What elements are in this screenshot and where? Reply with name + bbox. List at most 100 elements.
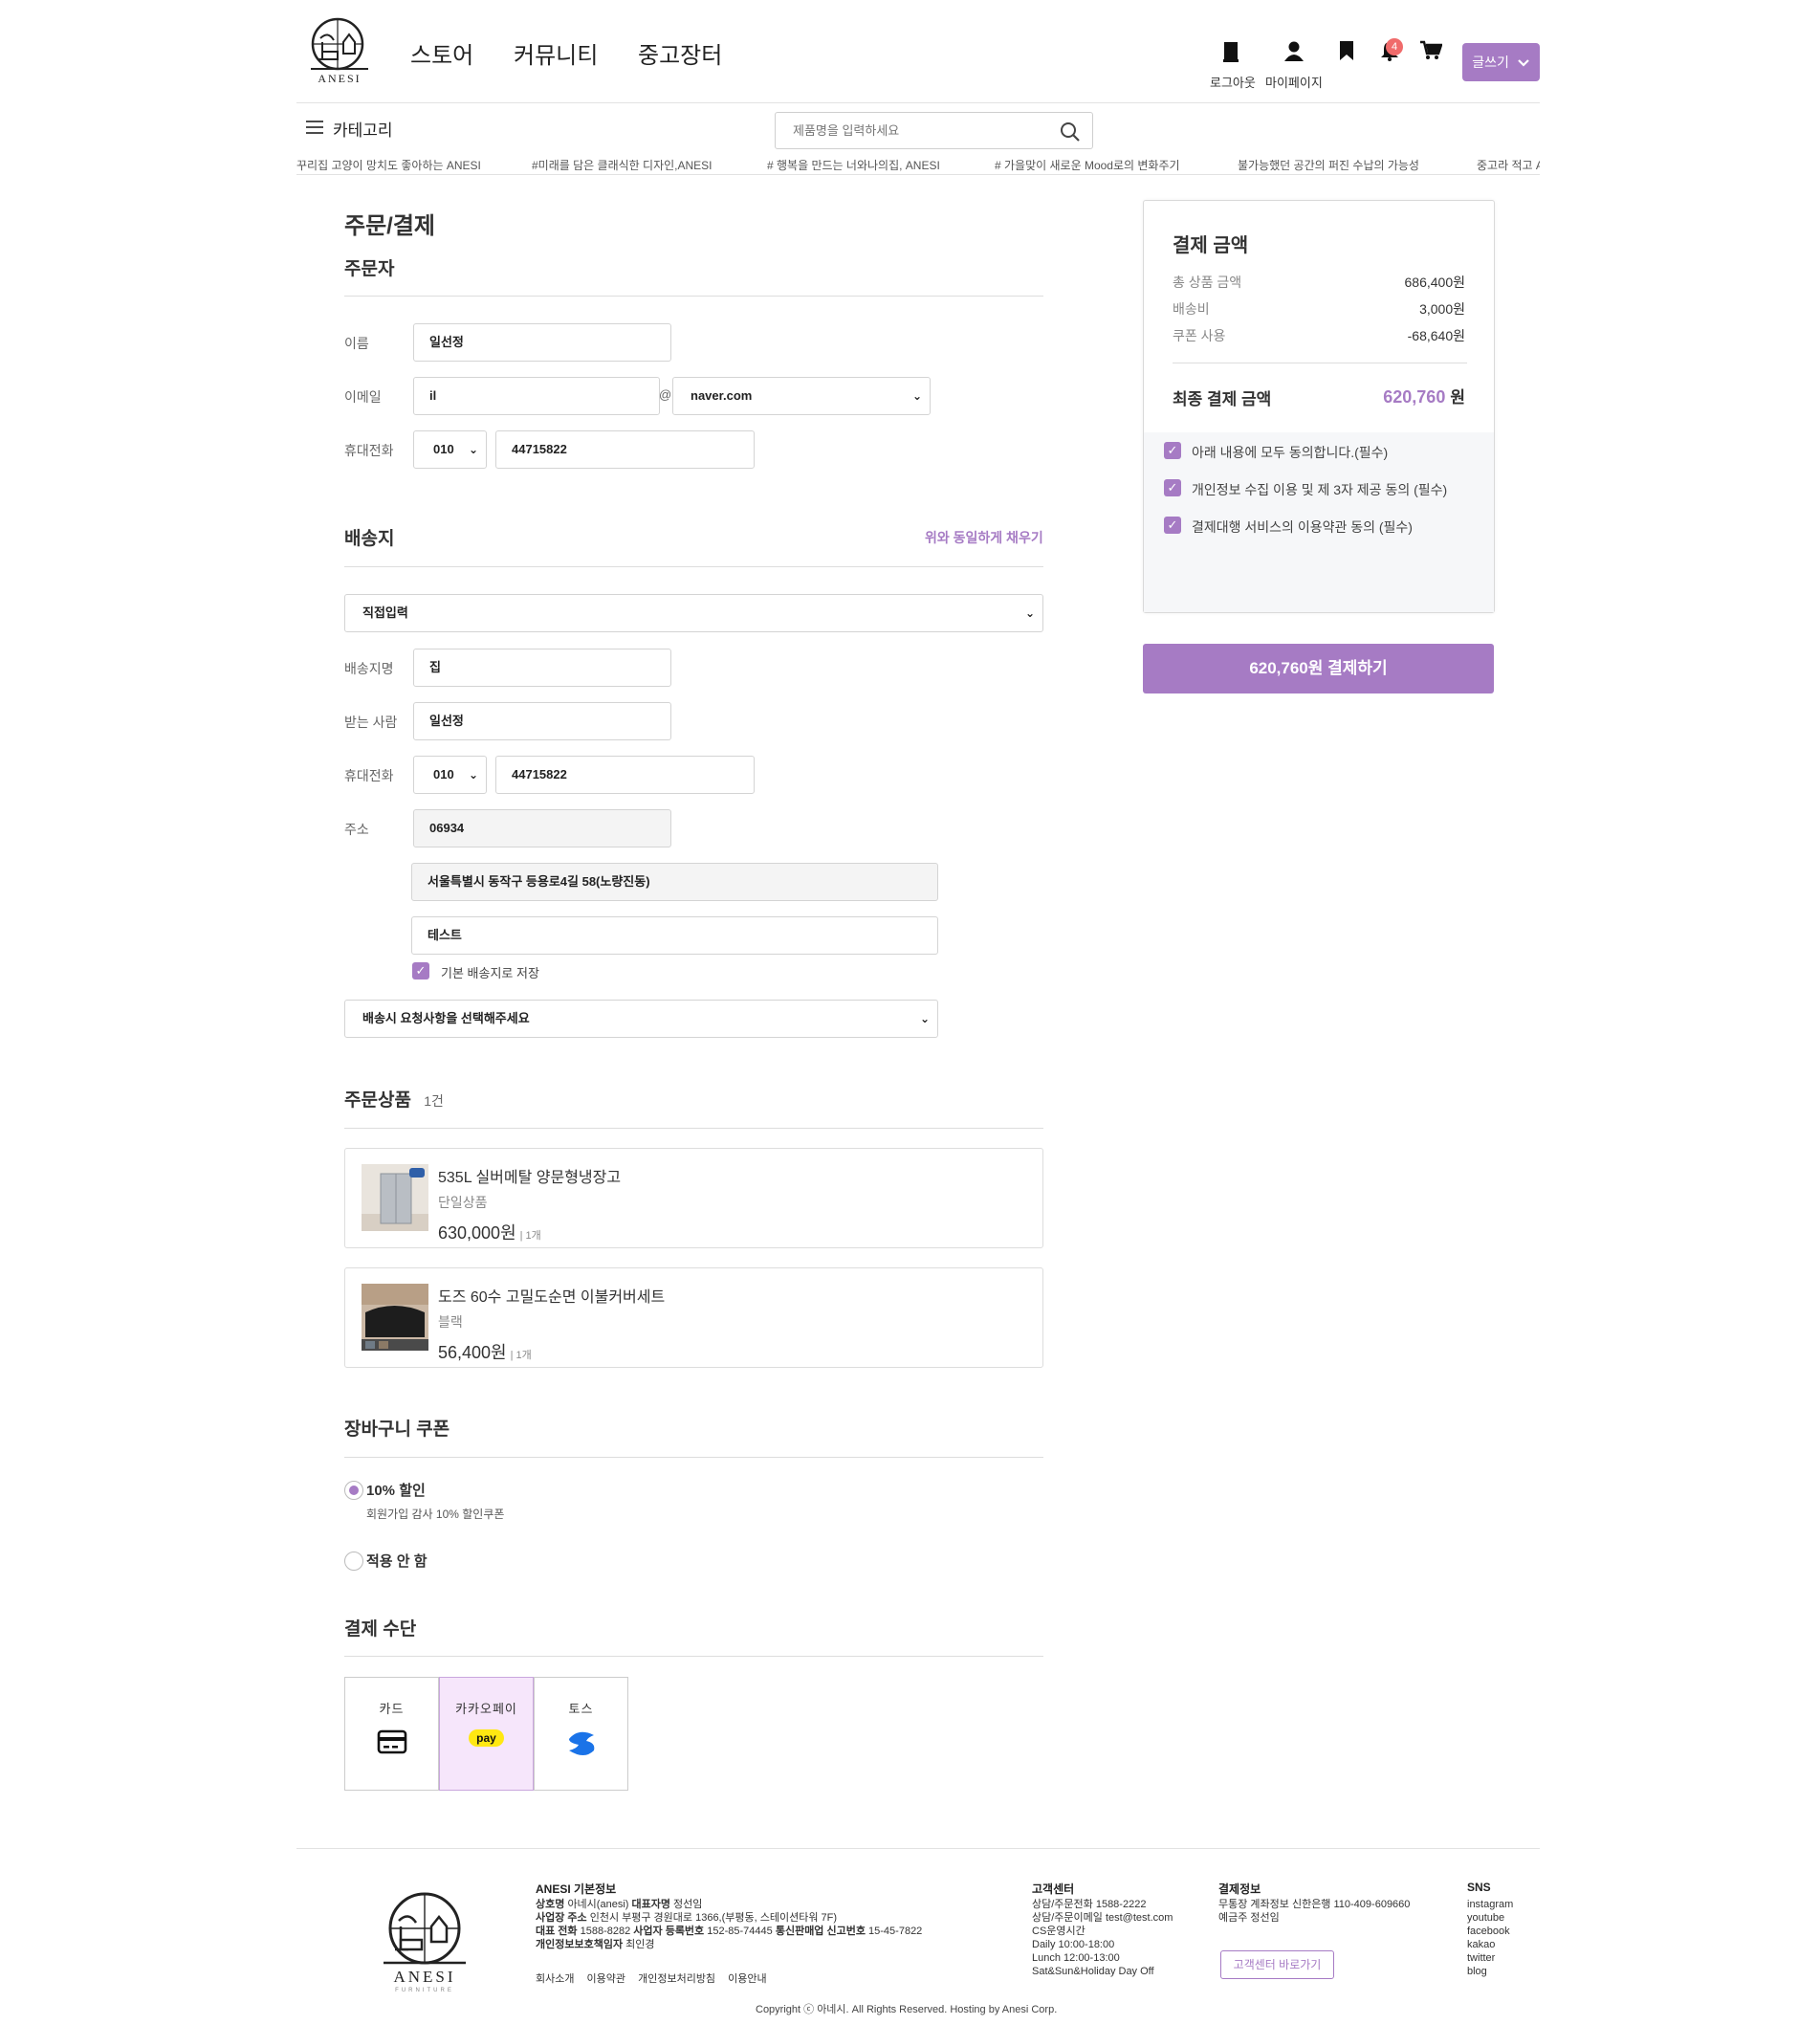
section-divider bbox=[344, 296, 1043, 297]
user-icon[interactable] bbox=[1281, 40, 1307, 67]
footer-logo[interactable]: ANESI FURNITURE bbox=[372, 1886, 477, 1993]
cs-center-button[interactable]: 고객센터 바로가기 bbox=[1220, 1950, 1334, 1979]
ticker-item[interactable]: 중고라 적고 A bbox=[1477, 157, 1540, 173]
footer-sns: instagram youtube facebook kakao twitter… bbox=[1467, 1898, 1513, 1978]
phone-prefix-value: 010 bbox=[433, 442, 454, 456]
ticker-item[interactable]: # 가을맞이 새로운 Mood로의 변화주기 bbox=[995, 157, 1180, 173]
summary-row-label: 배송비 bbox=[1173, 301, 1210, 317]
footer-link[interactable]: 이용약관 bbox=[587, 1973, 625, 1985]
email-local-field[interactable]: il bbox=[413, 377, 660, 415]
hamburger-icon bbox=[306, 120, 323, 139]
pay-method-label: 카카오페이 bbox=[455, 1702, 517, 1716]
phone-prefix-select[interactable]: 010 ⌄ bbox=[413, 430, 487, 469]
pay-method-kakaopay[interactable]: 카카오페이 pay bbox=[439, 1677, 534, 1791]
fill-same-link[interactable]: 위와 동일하게 채우기 bbox=[925, 528, 1043, 547]
summary-row-value: 3,000원 bbox=[1419, 301, 1465, 317]
receiver-field[interactable]: 일선정 bbox=[413, 702, 671, 740]
footer-link[interactable]: 회사소개 bbox=[536, 1973, 574, 1985]
zipcode-field[interactable]: 06934 bbox=[413, 809, 671, 847]
shipping-phone-field[interactable]: 44715822 bbox=[495, 756, 755, 794]
search-box[interactable] bbox=[775, 112, 1093, 149]
ticker-item[interactable]: # 행복을 만드는 너와나의집, ANESI bbox=[767, 157, 940, 173]
product-image[interactable] bbox=[362, 1164, 428, 1231]
nav-store[interactable]: 스토어 bbox=[410, 36, 473, 70]
nav-community[interactable]: 커뮤니티 bbox=[514, 36, 598, 70]
product-qty: | 1개 bbox=[510, 1350, 532, 1361]
footer-cs-title: 고객센터 bbox=[1032, 1882, 1075, 1896]
ticker-item[interactable]: 불가능했던 공간의 퍼진 수납의 가능성 bbox=[1238, 157, 1419, 173]
save-default-checkbox[interactable]: ✓ bbox=[412, 962, 429, 979]
product-price: 630,000원 | 1개 bbox=[438, 1220, 541, 1244]
footer-link[interactable]: 이용안내 bbox=[728, 1973, 766, 1985]
search-icon[interactable] bbox=[1060, 121, 1081, 147]
kakaopay-badge: pay bbox=[469, 1729, 504, 1747]
ticker-item[interactable]: 꾸리집 고양이 망치도 좋아하는 ANESI bbox=[296, 157, 481, 173]
products-count: 1건 bbox=[424, 1093, 444, 1109]
sns-link[interactable]: facebook bbox=[1467, 1925, 1513, 1938]
delivery-request-select[interactable]: 배송시 요청사항을 선택해주세요 ⌄ bbox=[344, 1000, 938, 1038]
copyright: Copyright ⓒ 아네시. All Rights Reserved. Ho… bbox=[756, 2004, 1058, 2015]
product-item[interactable]: 535L 실버메탈 양문형냉장고 단일상품 630,000원 | 1개 bbox=[344, 1148, 1043, 1248]
save-default-label[interactable]: 기본 배송지로 저장 bbox=[441, 963, 539, 981]
mypage-label[interactable]: 마이페이지 bbox=[1265, 73, 1323, 91]
write-button[interactable]: 글쓰기 bbox=[1462, 43, 1540, 81]
brand-logo[interactable]: ANESI bbox=[301, 13, 378, 88]
chevron-down-icon: ⌄ bbox=[468, 443, 478, 456]
email-domain-select[interactable]: naver.com ⌄ bbox=[672, 377, 931, 415]
email-domain-value: naver.com bbox=[691, 388, 753, 403]
agree-all-checkbox[interactable]: ✓ bbox=[1164, 442, 1181, 459]
coupon-title: 장바구니 쿠폰 bbox=[344, 1420, 450, 1440]
coupon-none-label[interactable]: 적용 안 함 bbox=[366, 1551, 428, 1571]
orderer-name-field[interactable]: 일선정 bbox=[413, 323, 671, 362]
product-price: 56,400원 | 1개 bbox=[438, 1339, 532, 1364]
cart-icon[interactable] bbox=[1417, 40, 1444, 67]
product-price-value: 630,000원 bbox=[438, 1223, 516, 1243]
coupon-radio-10-percent[interactable] bbox=[344, 1481, 363, 1500]
search-input[interactable] bbox=[793, 123, 1051, 138]
product-item[interactable]: 도즈 60수 고밀도순면 이불커버세트 블랙 56,400원 | 1개 bbox=[344, 1267, 1043, 1368]
address2-field[interactable]: 테스트 bbox=[411, 916, 938, 955]
final-label: 최종 결제 금액 bbox=[1173, 390, 1272, 408]
footer-link[interactable]: 개인정보처리방침 bbox=[638, 1973, 715, 1985]
agree-pg-checkbox[interactable]: ✓ bbox=[1164, 517, 1181, 534]
shipping-phone-label: 휴대전화 bbox=[344, 768, 394, 783]
product-name[interactable]: 535L 실버메탈 양문형냉장고 bbox=[438, 1164, 621, 1187]
pay-method-card[interactable]: 카드 bbox=[344, 1677, 439, 1791]
chevron-down-icon bbox=[1517, 44, 1530, 82]
agree-privacy-checkbox[interactable]: ✓ bbox=[1164, 479, 1181, 496]
category-button[interactable]: 카테고리 bbox=[306, 117, 393, 141]
place-name-field[interactable]: 집 bbox=[413, 649, 671, 687]
product-name[interactable]: 도즈 60수 고밀도순면 이불커버세트 bbox=[438, 1284, 665, 1307]
nav-used-market[interactable]: 중고장터 bbox=[638, 36, 722, 70]
footer-info-title: ANESI 기본정보 bbox=[536, 1882, 617, 1896]
pay-method-label: 토스 bbox=[568, 1702, 594, 1716]
agree-label[interactable]: 결제대행 서비스의 이용약관 동의 (필수) bbox=[1192, 517, 1413, 537]
address1-field[interactable]: 서울특별시 동작구 등용로4길 58(노량진동) bbox=[411, 863, 938, 901]
summary-row-label: 쿠폰 사용 bbox=[1173, 328, 1226, 343]
shipping-phone-prefix-value: 010 bbox=[433, 767, 454, 781]
payment-method-title: 결제 수단 bbox=[344, 1619, 417, 1640]
address-mode-select[interactable]: 직접입력 ⌄ bbox=[344, 594, 1043, 632]
coupon-radio-none[interactable] bbox=[344, 1552, 363, 1571]
chevron-down-icon: ⌄ bbox=[919, 1012, 930, 1025]
ticker-item[interactable]: #미래를 담은 클래식한 디자인,ANESI bbox=[532, 157, 713, 173]
sns-link[interactable]: twitter bbox=[1467, 1951, 1513, 1965]
bookmark-icon[interactable] bbox=[1333, 40, 1360, 67]
agree-label[interactable]: 개인정보 수집 이용 및 제 3자 제공 동의 (필수) bbox=[1192, 480, 1447, 499]
logout-label[interactable]: 로그아웃 bbox=[1210, 73, 1256, 91]
sns-link[interactable]: instagram bbox=[1467, 1898, 1513, 1911]
sns-link[interactable]: kakao bbox=[1467, 1938, 1513, 1951]
final-amount-value: 620,760 bbox=[1383, 387, 1446, 407]
sns-link[interactable]: youtube bbox=[1467, 1911, 1513, 1925]
pay-submit-button[interactable]: 620,760원 결제하기 bbox=[1143, 644, 1494, 693]
sns-link[interactable]: blog bbox=[1467, 1965, 1513, 1978]
write-label: 글쓰기 bbox=[1472, 55, 1509, 70]
phone-number-field[interactable]: 44715822 bbox=[495, 430, 755, 469]
shipping-phone-prefix-select[interactable]: 010 ⌄ bbox=[413, 756, 487, 794]
coupon-option-label[interactable]: 10% 할인 bbox=[366, 1480, 426, 1500]
agree-label[interactable]: 아래 내용에 모두 동의합니다.(필수) bbox=[1192, 443, 1388, 462]
pay-method-toss[interactable]: 토스 bbox=[534, 1677, 628, 1791]
product-image[interactable] bbox=[362, 1284, 428, 1351]
logout-icon[interactable] bbox=[1218, 40, 1245, 67]
summary-row-value: -68,640원 bbox=[1407, 328, 1465, 343]
